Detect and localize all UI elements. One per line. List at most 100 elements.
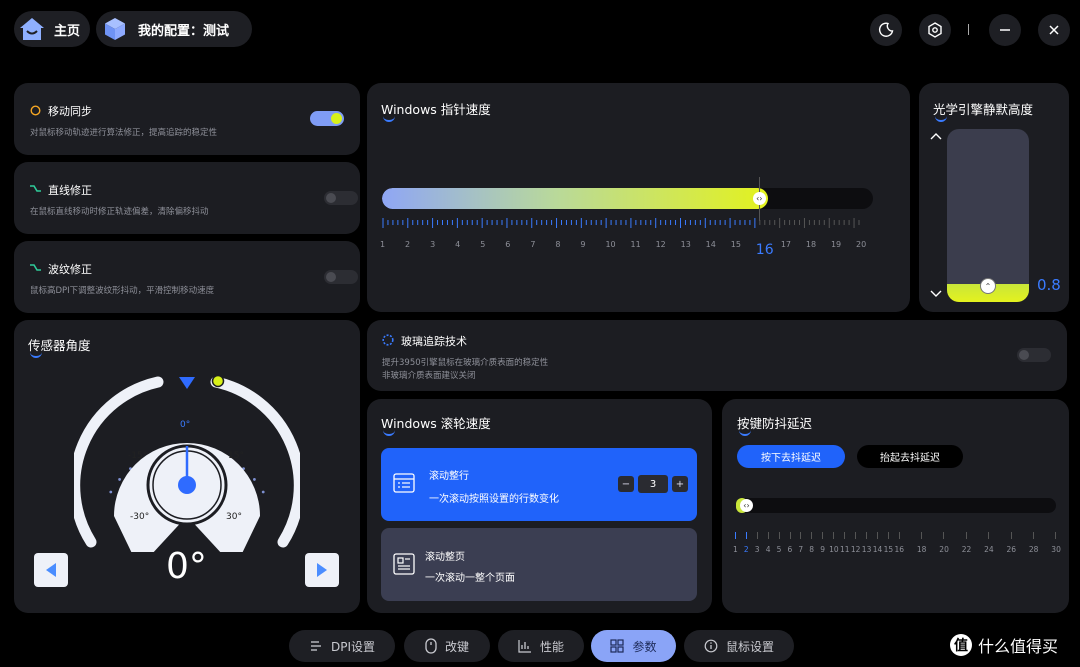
sensor-angle-title-text: 传感器角度: [28, 335, 91, 358]
tab-performance-label: 性能: [539, 639, 564, 654]
debounce-tick: [988, 532, 990, 539]
debounce-ticks: [722, 532, 1069, 542]
motion-sync-icon: [30, 105, 41, 116]
debounce-tick-label: 8: [809, 545, 815, 554]
debounce-tick-label: 28: [1028, 545, 1039, 554]
motion-sync-card: 移动同步 对鼠标移动轨迹进行算法修正，提高追踪的稳定性: [14, 83, 360, 155]
dial-dot: [261, 490, 265, 494]
ripple-correction-card: 波纹修正 鼠标高DPI下调整波纹形抖动，平滑控制移动速度: [14, 241, 360, 313]
debounce-tick-label: 16: [894, 545, 905, 554]
lod-card: 光学引擎静默高度 ⌃ 0.8: [919, 83, 1069, 312]
scroll-speed-title: Windows 滚轮速度: [381, 413, 491, 436]
minimize-icon: [1000, 29, 1010, 31]
cube-icon: [102, 16, 128, 42]
debounce-tick: [1010, 532, 1012, 539]
glass-tracking-desc2: 非玻璃介质表面建议关闭: [382, 371, 476, 381]
debounce-tick: [854, 532, 856, 539]
dial-dot: [118, 478, 121, 481]
angle-increase-button[interactable]: [305, 553, 339, 587]
debounce-handle[interactable]: ‹›: [740, 499, 753, 512]
lod-slider-track[interactable]: [947, 129, 1029, 302]
line-correction-card: 直线修正 在鼠标直线移动时修正轨迹偏差，清除偏移抖动: [14, 162, 360, 234]
pointer-speed-track[interactable]: [382, 188, 873, 209]
pointer-speed-tick-label: 6: [505, 240, 511, 249]
lod-title-text: 光学引擎静默高度: [933, 99, 1033, 122]
pointer-speed-tick-label: 4: [455, 240, 461, 249]
debounce-tick-label: 14: [872, 545, 883, 554]
debounce-tick: [800, 532, 802, 539]
line-correction-toggle[interactable]: [324, 191, 358, 205]
motion-sync-toggle[interactable]: [310, 111, 344, 126]
pointer-speed-tick-label: 8: [555, 240, 561, 249]
pointer-speed-fill: [382, 188, 768, 209]
debounce-tick-label: 11: [840, 545, 850, 554]
angle-dial[interactable]: [74, 372, 300, 552]
lines-decrease-button[interactable]: −: [618, 476, 634, 492]
config-label: 我的配置：测试: [138, 23, 230, 39]
home-label: 主页: [54, 23, 81, 39]
list-icon: [393, 473, 415, 493]
debounce-tick: [898, 532, 900, 539]
theme-button[interactable]: [870, 14, 902, 46]
pointer-speed-title-text: Windows 指针速度: [381, 99, 491, 122]
grid-icon: [610, 639, 625, 653]
scroll-line-option[interactable]: 滚动整行 一次滚动按照设置的行数变化 − 3 +: [381, 448, 697, 521]
debounce-tick-label: 9: [820, 545, 825, 554]
tab-mouse-settings[interactable]: 鼠标设置: [684, 630, 794, 662]
config-selector[interactable]: 我的配置：测试: [96, 11, 252, 47]
settings-button[interactable]: [919, 14, 951, 46]
tab-keymap-label: 改键: [444, 639, 469, 654]
debounce-tick: [833, 532, 835, 539]
debounce-tick: [811, 532, 813, 539]
debounce-card: 按键防抖延迟 按下去抖延迟 抬起去抖延迟 ‹› 1 2 3 4 5 6 7 8 9 10 11 12 1…: [722, 399, 1069, 613]
pointer-speed-tick-label: 1: [380, 240, 386, 249]
debounce-tick-label: 12: [850, 545, 861, 554]
scroll-page-option[interactable]: 滚动整页 一次滚动一整个页面: [381, 528, 697, 601]
debounce-tick-label: 4: [765, 545, 771, 554]
tab-parameters[interactable]: 参数: [591, 630, 676, 662]
angle-label-15: 15°: [228, 451, 244, 461]
pointer-speed-card: Windows 指针速度 ‹› 1 2 3 4 5 6 7 8 9 10 11 12 13 14 15 17 1…: [367, 83, 910, 312]
debounce-tick-label: 15: [883, 545, 894, 554]
arrow-right-icon: [317, 563, 327, 577]
glass-tracking-card: 玻璃追踪技术 提升3950引擎鼠标在玻璃介质表面的稳定性 非玻璃介质表面建议关闭: [367, 320, 1067, 391]
debounce-tick: [865, 532, 867, 539]
toggle-knob: [331, 113, 342, 124]
debounce-tick-label: 20: [939, 545, 949, 554]
debounce-tick: [887, 532, 889, 539]
home-button[interactable]: 主页: [14, 11, 90, 47]
lines-increase-button[interactable]: +: [672, 476, 688, 492]
debounce-tick: [822, 532, 824, 539]
ripple-correction-toggle[interactable]: [324, 270, 358, 284]
glass-tracking-toggle[interactable]: [1017, 348, 1051, 362]
chevron-down-icon[interactable]: [929, 289, 943, 299]
scroll-line-desc: 一次滚动按照设置的行数变化: [429, 494, 559, 505]
tab-dpi[interactable]: DPI设置: [289, 630, 395, 662]
debounce-release-tab[interactable]: 抬起去抖延迟: [857, 445, 963, 468]
lod-slider-handle[interactable]: ⌃: [980, 278, 996, 294]
pointer-speed-tick-label: 12: [655, 240, 666, 249]
home-icon: [18, 15, 46, 43]
pointer-speed-tick-label: 17: [780, 240, 792, 249]
debounce-track[interactable]: [736, 498, 1056, 513]
debounce-tick-label: 1: [733, 545, 738, 554]
minimize-button[interactable]: [989, 14, 1021, 46]
tab-keymap[interactable]: 改键: [404, 630, 490, 662]
debounce-press-tab[interactable]: 按下去抖延迟: [737, 445, 845, 468]
pointer-speed-tick-labels: 1 2 3 4 5 6 7 8 9 10 11 12 13 14 15 17 18 19 20: [380, 240, 877, 254]
scroll-page-title: 滚动整页: [425, 552, 465, 563]
tab-performance[interactable]: 性能: [498, 630, 584, 662]
moon-icon: [878, 22, 894, 37]
lines-input[interactable]: 3: [638, 475, 668, 493]
angle-label-neg15: -15°: [128, 451, 148, 461]
pointer-speed-handle[interactable]: ‹›: [752, 192, 766, 205]
glass-tracking-desc1: 提升3950引擎鼠标在玻璃介质表面的稳定性: [382, 358, 549, 368]
chevron-up-icon[interactable]: [929, 131, 943, 141]
close-button[interactable]: [1038, 14, 1070, 46]
scroll-speed-title-text: Windows 滚轮速度: [381, 413, 491, 436]
scroll-speed-card: Windows 滚轮速度 滚动整行 一次滚动按照设置的行数变化 − 3 + 滚动…: [367, 399, 712, 613]
angle-decrease-button[interactable]: [34, 553, 68, 587]
debounce-tick-label: 24: [984, 545, 994, 554]
pointer-speed-tick-label: 7: [530, 240, 536, 249]
debounce-tick-label: 18: [916, 545, 927, 554]
